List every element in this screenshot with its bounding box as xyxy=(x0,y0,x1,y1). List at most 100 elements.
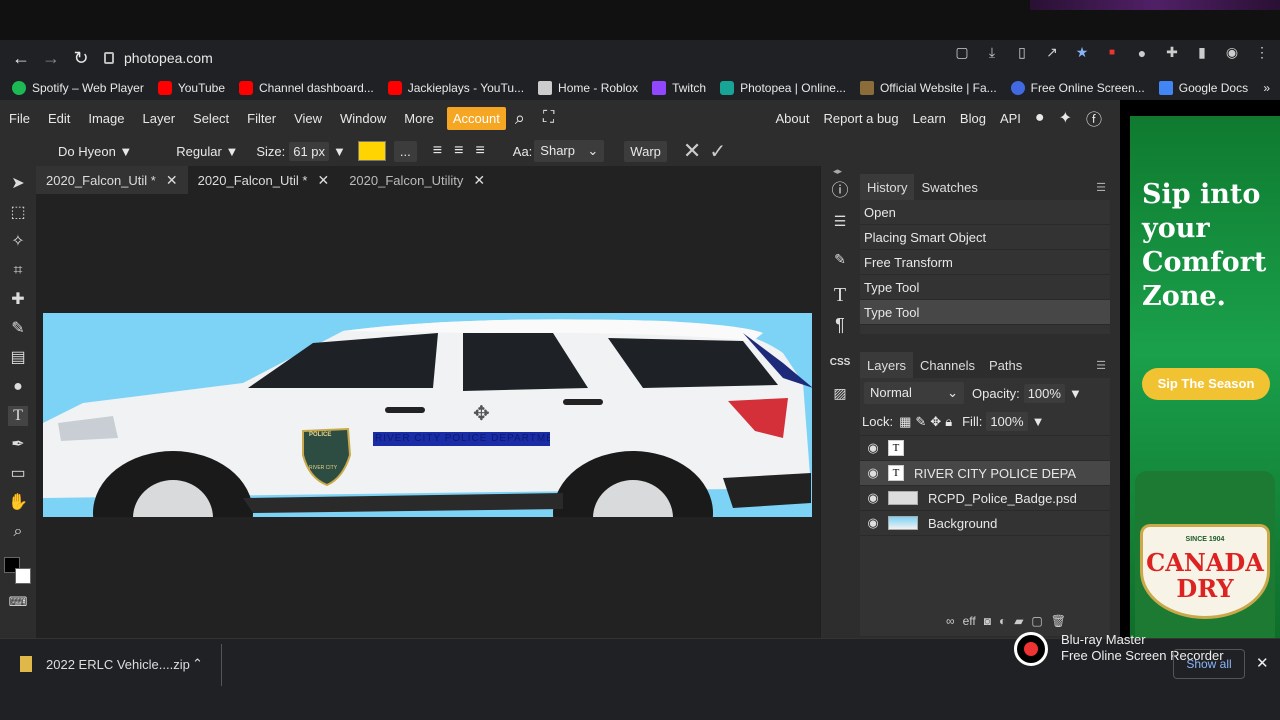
link-blog[interactable]: Blog xyxy=(960,111,986,126)
adblock-icon[interactable]: ● xyxy=(1134,45,1150,61)
bookmark-photopea[interactable]: Photopea | Online... xyxy=(720,81,846,95)
link-about[interactable]: About xyxy=(776,111,810,126)
door-text-layer[interactable]: RIVER CITY POLICE DEPARTMENT xyxy=(375,433,550,444)
more-options-button[interactable]: ... xyxy=(393,140,417,162)
align-left-icon[interactable]: ≡ xyxy=(433,142,442,160)
layer-row[interactable]: ◉ T RIVER CITY POLICE DEPA xyxy=(860,461,1110,486)
eye-icon[interactable]: ◉ xyxy=(866,440,880,456)
bookmark-spotify[interactable]: Spotify – Web Player xyxy=(12,81,144,95)
back-icon[interactable]: ← xyxy=(6,43,36,73)
adjustments-icon[interactable]: ☰ xyxy=(829,210,851,232)
lock-paint-icon[interactable]: ✎ xyxy=(915,414,926,430)
marquee-tool-icon[interactable]: ⬚ xyxy=(8,203,28,223)
text-color-swatch[interactable] xyxy=(357,141,386,161)
link-layers-icon[interactable]: ∞ xyxy=(946,614,955,628)
hand-tool-icon[interactable]: ✋ xyxy=(8,493,28,513)
menu-select[interactable]: Select xyxy=(184,111,238,126)
link-report-bug[interactable]: Report a bug xyxy=(823,111,898,126)
gradient-tool-icon[interactable]: ▤ xyxy=(8,348,28,368)
tab-channels[interactable]: Channels xyxy=(913,352,982,378)
css-icon[interactable]: CSS xyxy=(829,352,851,374)
folder-icon[interactable]: ▰ xyxy=(1014,614,1023,628)
layer-row[interactable]: ◉ T xyxy=(860,436,1110,461)
paragraph-icon[interactable]: ¶ xyxy=(829,314,851,336)
lock-transparency-icon[interactable]: ▦ xyxy=(899,414,911,430)
menu-image[interactable]: Image xyxy=(79,111,133,126)
forward-icon[interactable]: → xyxy=(36,43,66,73)
keyboard-icon[interactable]: ⌨ xyxy=(8,592,28,612)
bookmark-jackieplays[interactable]: Jackieplays - YouTu... xyxy=(387,81,524,95)
adjustment-layer-icon[interactable]: ◐ xyxy=(999,614,1006,628)
brush-settings-icon[interactable]: ✎ xyxy=(829,248,851,270)
warp-button[interactable]: Warp xyxy=(624,140,667,162)
menu-edit[interactable]: Edit xyxy=(39,111,79,126)
kebab-icon[interactable]: ⋮ xyxy=(1254,44,1270,61)
image-canvas[interactable]: ✥ POLICE RIVER CITY RIVER CITY POLICE DE… xyxy=(43,313,812,517)
lock-move-icon[interactable]: ✥ xyxy=(930,414,941,430)
pen-tool-icon[interactable]: ✒ xyxy=(8,435,28,455)
tab-layers[interactable]: Layers xyxy=(860,352,914,378)
share-icon[interactable]: ↗ xyxy=(1044,44,1060,61)
magic-wand-icon[interactable]: ✧ xyxy=(8,232,28,252)
menu-filter[interactable]: Filter xyxy=(238,111,285,126)
chevron-up-icon[interactable]: ⌃ xyxy=(192,656,203,672)
bookmark-official-website[interactable]: Official Website | Fa... xyxy=(859,81,997,95)
align-right-icon[interactable]: ≡ xyxy=(475,142,484,160)
bookmark-twitch[interactable]: Twitch xyxy=(652,81,706,95)
star-icon[interactable]: ★ xyxy=(1074,44,1090,61)
tab-history[interactable]: History xyxy=(860,174,915,200)
reddit-icon[interactable]: ● xyxy=(1035,109,1045,127)
tab-swatches[interactable]: Swatches xyxy=(914,174,984,200)
bookmark-screen-recorder[interactable]: Free Online Screen... xyxy=(1010,81,1145,95)
bookmark-roblox[interactable]: Home - Roblox xyxy=(538,81,638,95)
align-center-icon[interactable]: ≡ xyxy=(454,142,463,160)
font-family-select[interactable]: Do Hyeon ▼ xyxy=(58,144,132,159)
eye-icon[interactable]: ◉ xyxy=(866,490,880,506)
doc-tab-3[interactable]: 2020_Falcon_Utility ✕ xyxy=(339,166,495,194)
size-dropdown-icon[interactable]: ▼ xyxy=(333,144,346,159)
cancel-icon[interactable]: ✕ xyxy=(683,138,701,164)
panel-menu-icon[interactable]: ☰ xyxy=(1096,359,1106,372)
info-icon[interactable]: ⓘ xyxy=(829,180,851,202)
tab-paths[interactable]: Paths xyxy=(982,352,1029,378)
extension-red-icon[interactable]: ■ xyxy=(1104,47,1120,58)
menu-window[interactable]: Window xyxy=(331,111,395,126)
doc-tab-1[interactable]: 2020_Falcon_Util * ✕ xyxy=(36,166,188,194)
opacity-input[interactable]: 100% xyxy=(1023,383,1065,403)
history-item[interactable]: Type Tool xyxy=(860,275,1110,300)
new-layer-icon[interactable]: ▢ xyxy=(1031,614,1042,628)
mask-icon[interactable]: ◙ xyxy=(984,614,991,628)
size-input[interactable]: 61 px xyxy=(289,141,330,161)
fill-input[interactable]: 100% xyxy=(986,412,1028,431)
brush-tool-icon[interactable]: ✎ xyxy=(8,319,28,339)
close-downloads-icon[interactable]: ✕ xyxy=(1256,654,1269,672)
collapse-panels-icon[interactable]: ◂▸ xyxy=(833,166,842,177)
opacity-dropdown-icon[interactable]: ▼ xyxy=(1069,386,1082,401)
healing-tool-icon[interactable]: ✚ xyxy=(8,290,28,310)
delete-layer-icon[interactable]: 🗑︎ xyxy=(1051,614,1066,628)
font-style-select[interactable]: Regular ▼ xyxy=(176,144,238,159)
history-item[interactable]: Open xyxy=(860,200,1110,225)
history-item[interactable]: Placing Smart Object xyxy=(860,225,1110,250)
sidepanel-icon[interactable]: ▮ xyxy=(1194,44,1210,61)
search-icon[interactable]: ⌕ xyxy=(506,108,534,129)
puzzle-icon[interactable]: ✚ xyxy=(1164,44,1180,61)
menu-view[interactable]: View xyxy=(285,111,331,126)
image-icon[interactable]: ▨ xyxy=(829,382,851,404)
commit-icon[interactable]: ✓ xyxy=(709,139,726,164)
background-color-icon[interactable] xyxy=(15,568,31,584)
layer-row[interactable]: ◉ RCPD_Police_Badge.psd xyxy=(860,486,1110,511)
move-tool-icon[interactable]: ➤ xyxy=(8,174,28,194)
facebook-icon[interactable]: ⓕ xyxy=(1086,106,1102,130)
bookmark-youtube[interactable]: YouTube xyxy=(157,81,225,95)
layer-row[interactable]: ◉ Background xyxy=(860,511,1110,536)
blur-tool-icon[interactable]: ● xyxy=(8,377,28,397)
close-icon[interactable]: ✕ xyxy=(317,172,329,189)
panel-menu-icon[interactable]: ☰ xyxy=(1096,181,1106,194)
zoom-tool-icon[interactable]: ⌕ xyxy=(8,522,28,542)
url-field[interactable]: photopea.com xyxy=(104,50,213,66)
page-icon[interactable]: ▯ xyxy=(1014,44,1030,61)
antialias-select[interactable]: Sharp ⌄ xyxy=(534,140,605,162)
menu-file[interactable]: File xyxy=(0,111,39,126)
blend-mode-select[interactable]: Normal ⌄ xyxy=(864,382,964,404)
